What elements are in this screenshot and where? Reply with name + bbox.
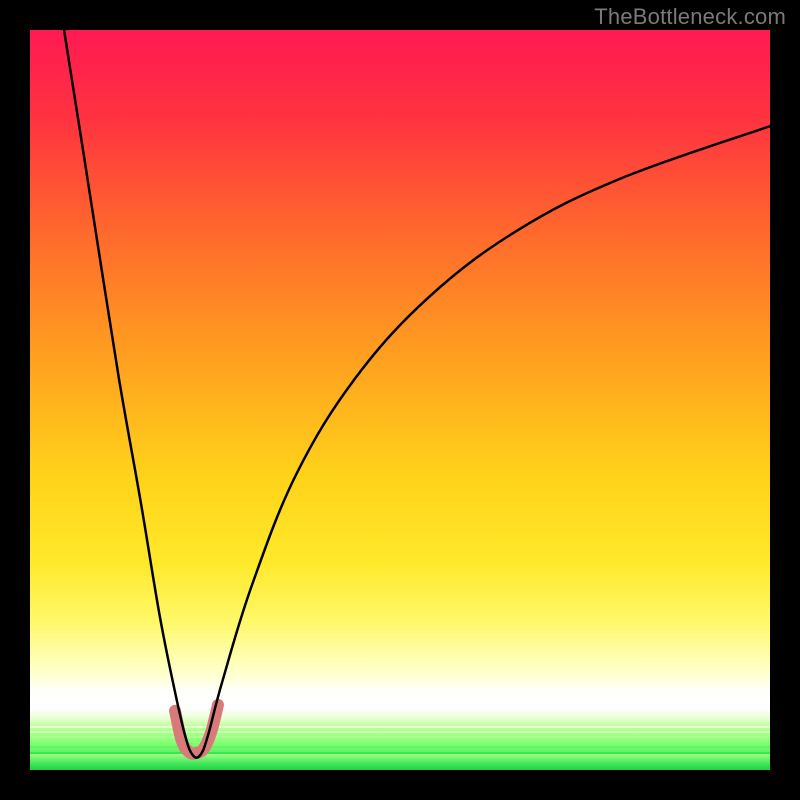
bottleneck-curve	[64, 30, 770, 758]
watermark-text: TheBottleneck.com	[594, 4, 786, 30]
plot-area	[30, 30, 770, 770]
chart-frame: TheBottleneck.com	[0, 0, 800, 800]
valley-marker	[175, 705, 218, 754]
curve-layer	[30, 30, 770, 770]
